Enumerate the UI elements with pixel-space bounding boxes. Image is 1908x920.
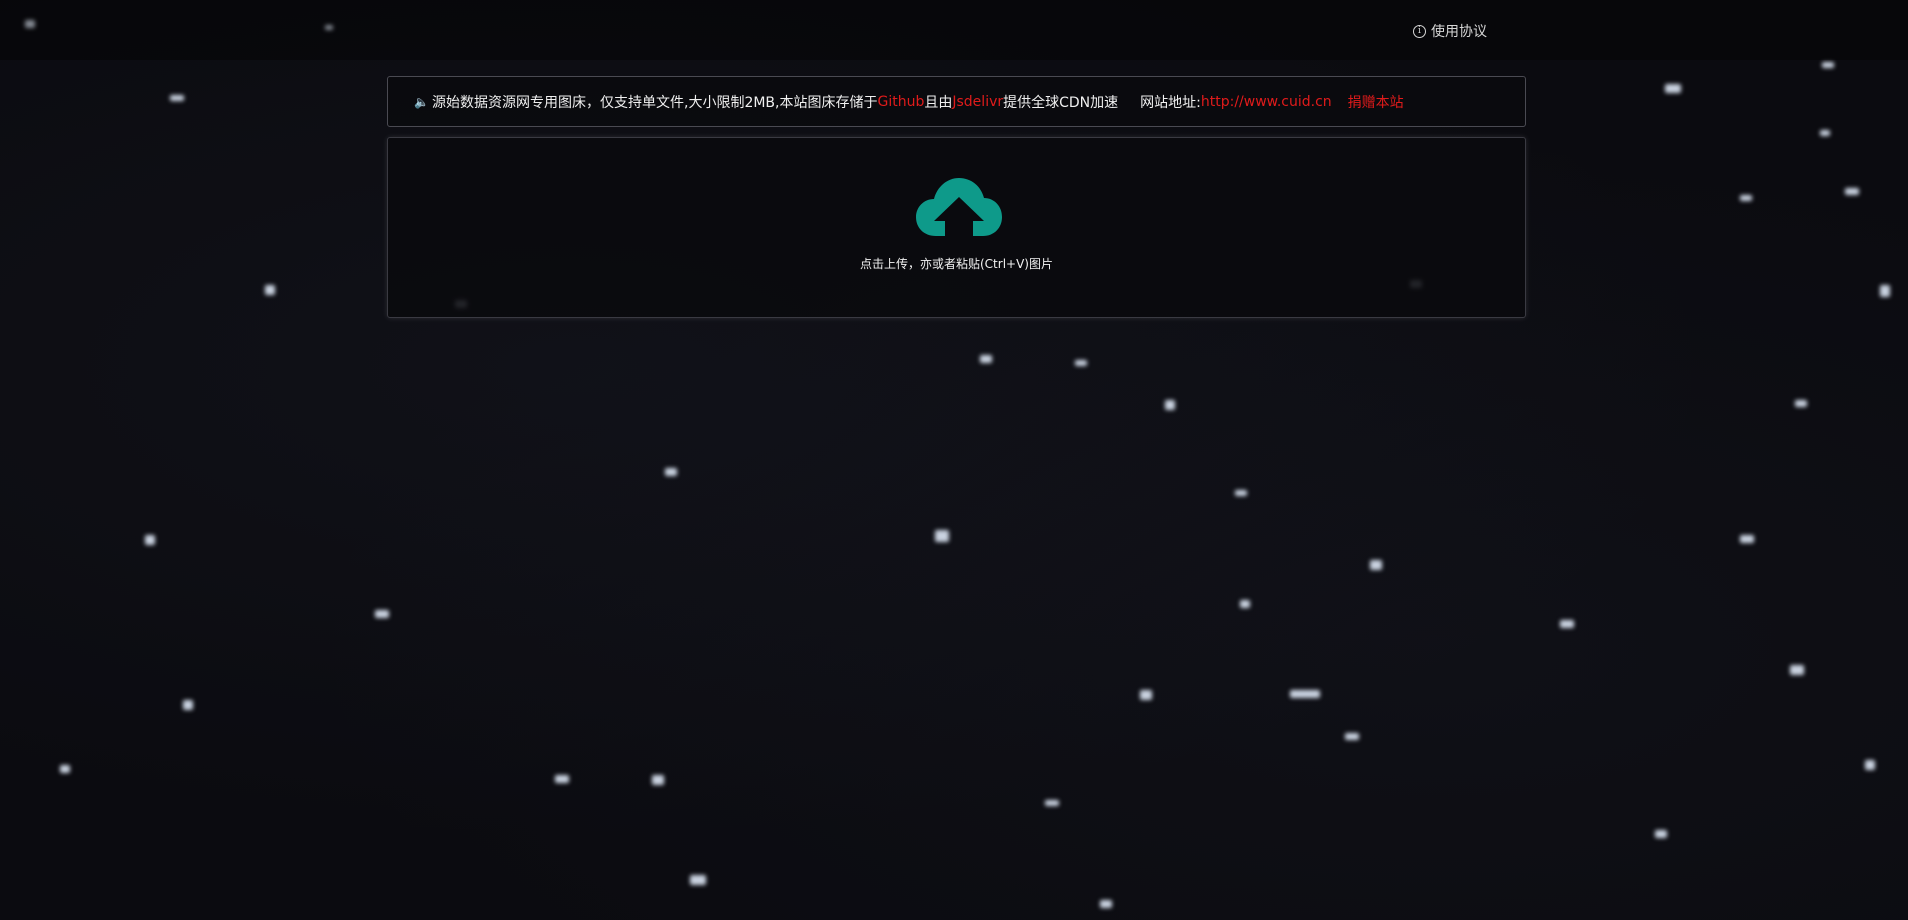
upload-hint: 点击上传，亦或者粘贴(Ctrl+V)图片 [860,257,1053,271]
donate-link[interactable]: 捐赠本站 [1348,92,1404,112]
github-link[interactable]: Github [878,94,925,110]
upload-dropzone[interactable]: 点击上传，亦或者粘贴(Ctrl+V)图片 [387,137,1526,318]
site-url-link[interactable]: http://www.cuid.cn [1201,94,1332,110]
cloud-upload-icon [916,178,1002,236]
usage-agreement-label: 使用协议 [1431,24,1487,40]
top-bar [0,0,1908,60]
speaker-icon: 🔈 [414,94,429,109]
notice-bar: 🔈 源始数据资源网专用图床，仅支持单文件,大小限制2MB,本站图床存储于 Gith… [387,76,1526,127]
site-address-label: 网站地址: [1140,94,1201,111]
notice-text-3: 提供全球CDN加速 [1003,94,1119,111]
info-icon: i [1413,24,1426,38]
jsdelivr-link[interactable]: Jsdelivr [952,94,1003,110]
notice-text-1: 源始数据资源网专用图床，仅支持单文件,大小限制2MB,本站图床存储于 [432,94,878,111]
usage-agreement-link[interactable]: i 使用协议 [1413,21,1487,41]
notice-text-2: 且由 [924,94,953,111]
